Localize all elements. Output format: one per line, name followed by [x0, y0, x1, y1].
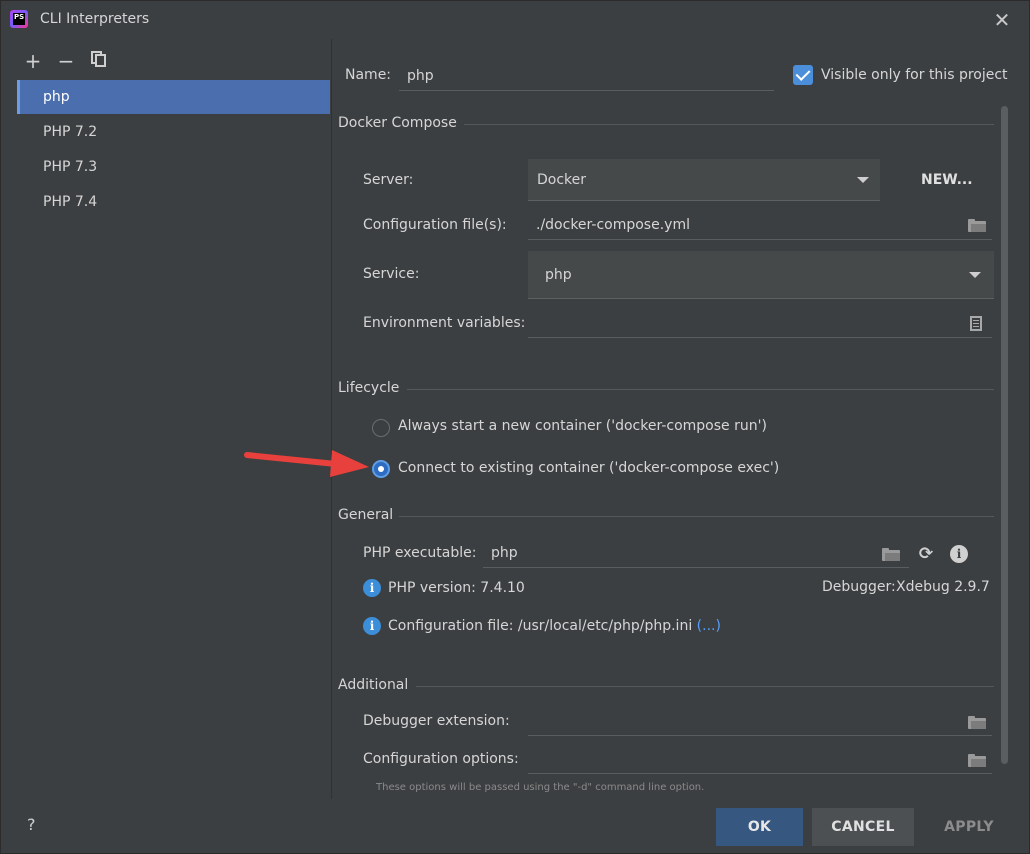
help-button[interactable]: ?: [27, 815, 36, 834]
refresh-icon[interactable]: ⟳: [917, 545, 935, 563]
folder-icon[interactable]: [968, 716, 986, 729]
window-title: CLI Interpreters: [40, 11, 150, 27]
vertical-scrollbar[interactable]: [1001, 106, 1008, 764]
php-executable-input[interactable]: php: [483, 538, 909, 568]
add-icon[interactable]: +: [21, 49, 45, 73]
server-value: Docker: [537, 172, 587, 188]
interpreter-toolbar: + −: [17, 49, 137, 73]
lifecycle-section-title: Lifecycle: [338, 380, 400, 396]
cancel-button[interactable]: CANCEL: [812, 808, 914, 846]
server-label: Server:: [363, 172, 414, 188]
config-file-text: Configuration file: /usr/local/etc/php/p…: [388, 618, 721, 634]
service-value: php: [545, 267, 572, 283]
info-icon: i: [363, 579, 381, 597]
section-divider: [464, 124, 994, 125]
red-arrow-annotation: [244, 450, 369, 477]
chevron-down-icon: [857, 177, 869, 183]
service-select[interactable]: php: [528, 251, 994, 299]
apply-button[interactable]: APPLY: [923, 808, 1015, 846]
info-icon: i: [363, 617, 381, 635]
info-icon[interactable]: i: [950, 545, 968, 563]
folder-icon[interactable]: [882, 548, 900, 561]
ok-button[interactable]: OK: [716, 808, 803, 846]
list-item-php[interactable]: php: [17, 80, 330, 114]
copy-icon[interactable]: [87, 49, 111, 73]
config-files-input[interactable]: ./docker-compose.yml: [528, 210, 992, 240]
connect-existing-container-label[interactable]: Connect to existing container ('docker-c…: [398, 460, 779, 476]
chevron-down-icon: [969, 272, 981, 278]
php-executable-label: PHP executable:: [363, 545, 477, 561]
php-version-text: PHP version: 7.4.10: [388, 580, 525, 596]
config-options-input[interactable]: [528, 744, 992, 774]
config-files-label: Configuration file(s):: [363, 217, 507, 233]
list-item-php73[interactable]: PHP 7.3: [17, 150, 330, 184]
folder-icon[interactable]: [968, 754, 986, 767]
title-bar: PS CLI Interpreters ✕: [1, 1, 1029, 39]
panel-divider: [331, 39, 332, 799]
list-item-php72[interactable]: PHP 7.2: [17, 115, 330, 149]
interpreter-list: php PHP 7.2 PHP 7.3 PHP 7.4: [17, 80, 330, 798]
docker-compose-section-title: Docker Compose: [338, 115, 457, 131]
always-new-container-radio[interactable]: [372, 419, 390, 437]
section-divider: [399, 516, 994, 517]
server-select[interactable]: Docker: [528, 159, 880, 201]
document-icon[interactable]: [970, 316, 982, 331]
env-vars-input[interactable]: [528, 308, 992, 338]
general-section-title: General: [338, 507, 394, 523]
debugger-extension-label: Debugger extension:: [363, 713, 510, 729]
list-item-php74[interactable]: PHP 7.4: [17, 185, 330, 219]
visible-only-label[interactable]: Visible only for this project: [821, 67, 1008, 83]
config-options-hint: These options will be passed using the "…: [376, 782, 705, 793]
service-label: Service:: [363, 266, 420, 282]
name-input[interactable]: php: [399, 61, 774, 91]
folder-icon[interactable]: [968, 219, 986, 232]
remove-icon[interactable]: −: [54, 49, 78, 73]
config-file-path: Configuration file: /usr/local/etc/php/p…: [388, 618, 693, 634]
additional-section-title: Additional: [338, 677, 409, 693]
visible-only-checkbox[interactable]: [793, 65, 813, 85]
close-icon[interactable]: ✕: [991, 9, 1013, 31]
section-divider: [407, 389, 994, 390]
debugger-label: Debugger:: [822, 579, 896, 595]
debugger-extension-input[interactable]: [528, 706, 992, 736]
debugger-value: Xdebug 2.9.7: [896, 579, 990, 595]
env-vars-label: Environment variables:: [363, 315, 526, 331]
connect-existing-container-radio[interactable]: [372, 460, 390, 478]
phpstorm-app-icon: PS: [10, 10, 28, 28]
cli-interpreters-dialog: PS CLI Interpreters ✕ + − php PHP 7.2 PH…: [0, 0, 1030, 854]
name-label: Name:: [345, 67, 392, 83]
always-new-container-label[interactable]: Always start a new container ('docker-co…: [398, 418, 767, 434]
section-divider: [416, 686, 994, 687]
config-file-link[interactable]: (...): [697, 618, 721, 634]
new-server-button[interactable]: NEW...: [921, 172, 973, 188]
config-options-label: Configuration options:: [363, 751, 519, 767]
